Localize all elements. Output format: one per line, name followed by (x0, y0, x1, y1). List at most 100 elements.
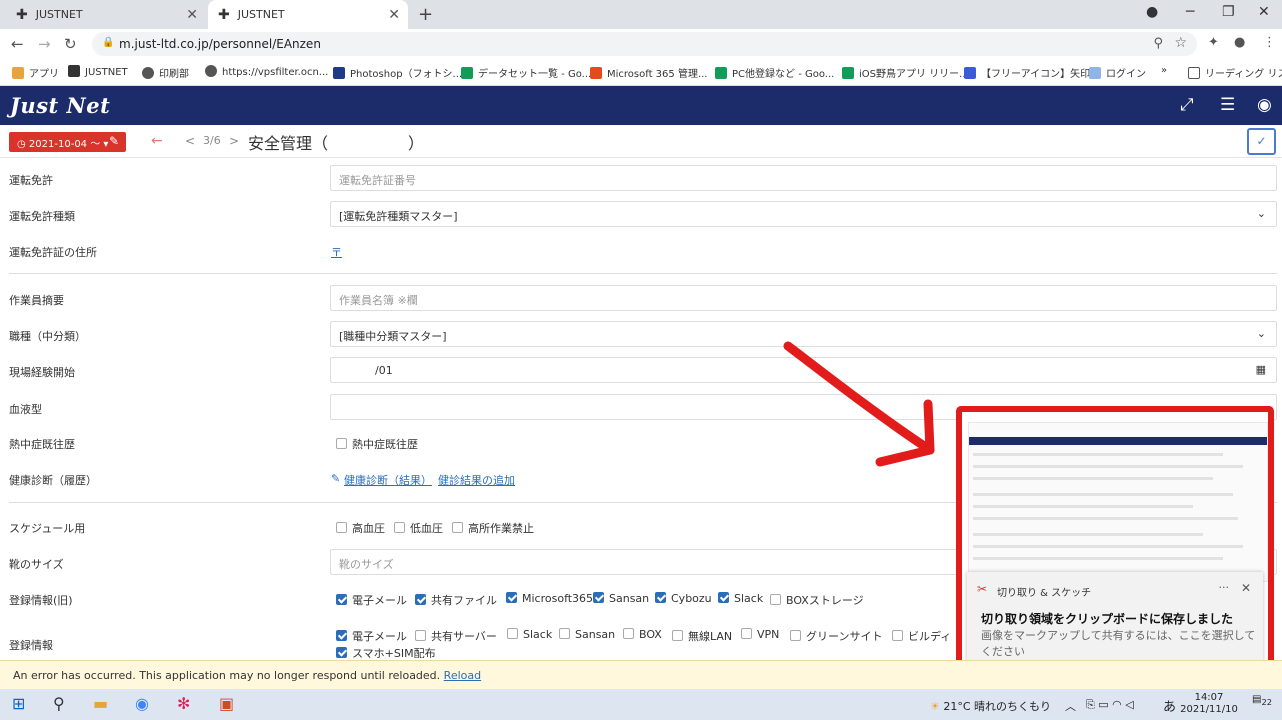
old-cybozu-checkbox[interactable]: Cybozu (655, 592, 712, 605)
old-box-storage-checkbox[interactable]: BOXストレージ (770, 592, 864, 608)
old-slack-checkbox[interactable]: Slack (718, 592, 763, 605)
notification-center-icon[interactable]: ▤22 (1252, 694, 1272, 707)
search-icon[interactable]: ⚲ (53, 694, 65, 713)
user-account-icon[interactable]: ◉ (1257, 95, 1272, 115)
label-license-address: 運転免許証の住所 (9, 246, 97, 259)
email-checkbox[interactable]: 電子メール (336, 628, 407, 644)
bookmark-print[interactable]: 印刷部 (142, 65, 189, 80)
next-page-icon[interactable]: > (229, 134, 239, 148)
extensions-icon[interactable]: ✦ (1208, 35, 1219, 50)
tray-chevron-icon[interactable]: ︿ (1065, 698, 1076, 714)
slack-icon[interactable]: ✻ (177, 694, 190, 713)
profile-avatar-icon[interactable]: ● (1234, 35, 1245, 50)
forward-icon[interactable]: → (38, 35, 51, 53)
bookmark-vpsfilter[interactable]: https://vpsfilter.ocn... (205, 65, 328, 78)
back-arrow-icon[interactable]: ← (151, 133, 163, 149)
bookmark-justnet[interactable]: JUSTNET (68, 65, 128, 78)
minimize-icon[interactable]: ─ (1186, 4, 1194, 20)
bookmarks-bar: アプリ JUSTNET 印刷部 https://vpsfilter.ocn...… (0, 59, 1282, 86)
vpn-checkbox[interactable]: VPN (741, 628, 779, 641)
calendar-icon[interactable]: ▦ (1256, 363, 1266, 376)
health-check-result-link[interactable]: 健康診断（結果） (344, 472, 432, 488)
bookmark-login[interactable]: ログイン (1089, 65, 1146, 80)
smartphone-sim-checkbox[interactable]: スマホ+SIM配布 (336, 645, 436, 658)
old-microsoft365-checkbox[interactable]: Microsoft365 (506, 592, 593, 605)
label-blood-type: 血液型 (9, 403, 42, 416)
bookmark-free-icon[interactable]: 【フリーアイコン】矢印... (964, 65, 1100, 80)
green-site-checkbox[interactable]: グリーンサイト (790, 628, 882, 644)
date-filter-button[interactable]: ◷ 2021-10-04 〜 ▾ ✎ (9, 132, 126, 152)
url-input[interactable]: 🔒 m.just-ltd.co.jp/personnel/EAnzen ⚲ ☆ (92, 32, 1197, 56)
wireless-lan-checkbox[interactable]: 無線LAN (672, 628, 732, 644)
worker-summary-input[interactable]: 作業員名簿 ※欄 (330, 285, 1277, 311)
old-sansan-checkbox[interactable]: Sansan (593, 592, 649, 605)
reload-link[interactable]: Reload (444, 669, 481, 682)
system-clock[interactable]: 14:07 2021/11/10 (1180, 692, 1238, 716)
chevron-down-icon: ⌄ (1256, 327, 1266, 340)
prev-page-icon[interactable]: < (185, 134, 195, 148)
justnet-favicon-icon: ✚ (218, 6, 230, 23)
license-number-input[interactable]: 運転免許証番号 (330, 165, 1277, 191)
clock-icon: ◷ (17, 139, 26, 150)
sansan-checkbox[interactable]: Sansan (559, 628, 615, 641)
justnet-logo[interactable]: Just Net (10, 93, 110, 118)
powerpoint-icon[interactable]: ▣ (219, 694, 234, 713)
fullscreen-icon[interactable]: ⤢ (1180, 95, 1194, 115)
label-shoe-size: 靴のサイズ (9, 558, 64, 571)
browser-tab-active[interactable]: ✚ JUSTNET ✕ (208, 0, 408, 29)
reading-list[interactable]: リーディング リスト (1188, 65, 1282, 80)
new-tab-icon[interactable]: + (418, 4, 433, 25)
bookmark-star-icon[interactable]: ☆ (1174, 35, 1187, 51)
browser-tab[interactable]: ✚ JUSTNET ✕ (6, 0, 206, 29)
box-checkbox[interactable]: BOX (623, 628, 662, 641)
close-tab-icon[interactable]: ✕ (388, 7, 400, 23)
reload-icon[interactable]: ↻ (64, 35, 77, 53)
no-high-work-checkbox[interactable]: 高所作業禁止 (452, 520, 534, 536)
shared-server-checkbox[interactable]: 共有サーバー (415, 628, 497, 644)
high-blood-pressure-checkbox[interactable]: 高血圧 (336, 520, 385, 536)
ime-indicator[interactable]: あ (1163, 696, 1176, 715)
file-explorer-icon[interactable]: ▬ (93, 694, 108, 713)
bookmark-m365[interactable]: Microsoft 365 管理... (590, 65, 708, 80)
chrome-icon[interactable]: ◉ (135, 694, 149, 713)
license-type-select[interactable]: [運転免許種類マスター] ⌄ (330, 201, 1277, 227)
back-icon[interactable]: ← (11, 35, 24, 53)
postal-address-link[interactable]: 〒 (331, 244, 342, 260)
profile-menu-icon[interactable]: ● (1146, 4, 1158, 20)
close-window-icon[interactable]: ✕ (1258, 4, 1270, 20)
bookmark-apps[interactable]: アプリ (12, 65, 59, 80)
heatstroke-checkbox[interactable]: 熱中症既往歴 (336, 436, 418, 452)
page-title: 安全管理（ ） (248, 134, 425, 153)
label-schedule: スケジュール用 (9, 522, 86, 535)
close-toast-icon[interactable]: ✕ (1241, 581, 1251, 595)
snip-preview-frame: ✂ 切り取り & スケッチ ··· ✕ 切り取り領域をクリップボードに保存しまし… (956, 406, 1274, 682)
old-email-checkbox[interactable]: 電子メール (336, 592, 407, 608)
zoom-icon[interactable]: ⚲ (1153, 36, 1163, 51)
more-options-icon[interactable]: ··· (1219, 581, 1230, 594)
error-bar: An error has occurred. This application … (0, 660, 1282, 689)
add-health-check-link[interactable]: 健診結果の追加 (438, 472, 515, 488)
bookmark-pc-register[interactable]: PC他登録など - Goo... (715, 65, 834, 80)
toast-title: 切り取り領域をクリップボードに保存しました (981, 612, 1234, 626)
bookmarks-overflow[interactable]: » (1161, 65, 1167, 76)
page-toolbar: ◷ 2021-10-04 〜 ▾ ✎ ← < 3/6 > 安全管理（ ） (0, 125, 1282, 158)
label-job-type: 職種（中分類） (9, 330, 86, 343)
tray-icons[interactable]: ⎘ ▭ ◠ ◁ (1086, 698, 1134, 712)
chrome-menu-icon[interactable]: ⋮ (1263, 35, 1276, 50)
old-shared-file-checkbox[interactable]: 共有ファイル (415, 592, 497, 608)
tab-title: JUSTNET (237, 8, 285, 21)
confirm-check-button[interactable]: ✓ (1247, 128, 1276, 155)
bookmark-dataset[interactable]: データセット一覧 - Go... (461, 65, 591, 80)
page-counter: 3/6 (203, 134, 221, 147)
bookmark-ios-birds[interactable]: iOS野鳥アプリ リリー... (842, 65, 969, 80)
windows-start-icon[interactable]: ⊞ (12, 694, 25, 713)
bookmark-photoshop[interactable]: Photoshop（フォトシ... (333, 65, 462, 80)
buildy-checkbox[interactable]: ビルディ (892, 628, 951, 644)
low-blood-pressure-checkbox[interactable]: 低血圧 (394, 520, 443, 536)
close-tab-icon[interactable]: ✕ (186, 7, 198, 23)
slack-checkbox[interactable]: Slack (507, 628, 552, 641)
database-icon[interactable]: ☰ (1220, 95, 1235, 115)
maximize-icon[interactable]: ❐ (1222, 4, 1235, 20)
weather-widget[interactable]: ☀ 21°C 晴れのちくもり (930, 698, 1051, 714)
edit-pencil-icon[interactable]: ✎ (109, 134, 119, 148)
